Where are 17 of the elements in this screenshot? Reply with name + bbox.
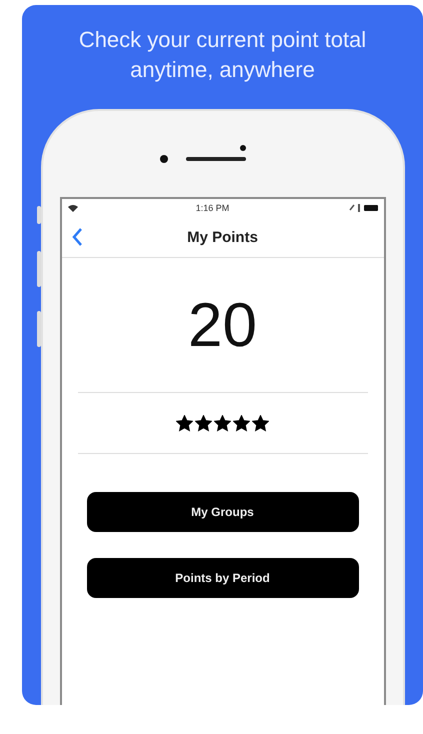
wifi-icon <box>68 204 78 212</box>
star-icon <box>233 414 250 432</box>
speaker-icon <box>186 157 246 161</box>
star-icon <box>252 414 269 432</box>
sensor-icon <box>240 145 246 151</box>
status-time: 1:16 PM <box>196 203 230 213</box>
menu-button[interactable]: Points by Period <box>86 558 358 598</box>
star-icon <box>176 414 193 432</box>
points-total: 20 <box>188 290 257 360</box>
camera-icon <box>160 155 168 163</box>
battery-icon <box>348 204 378 212</box>
headline: Check your current point total anytime, anywhere <box>78 26 368 84</box>
back-icon[interactable] <box>72 228 82 246</box>
nav-title: My Points <box>187 228 258 246</box>
menu-button[interactable]: My Groups <box>86 492 358 532</box>
star-icon <box>195 414 212 432</box>
star-icon <box>214 414 231 432</box>
